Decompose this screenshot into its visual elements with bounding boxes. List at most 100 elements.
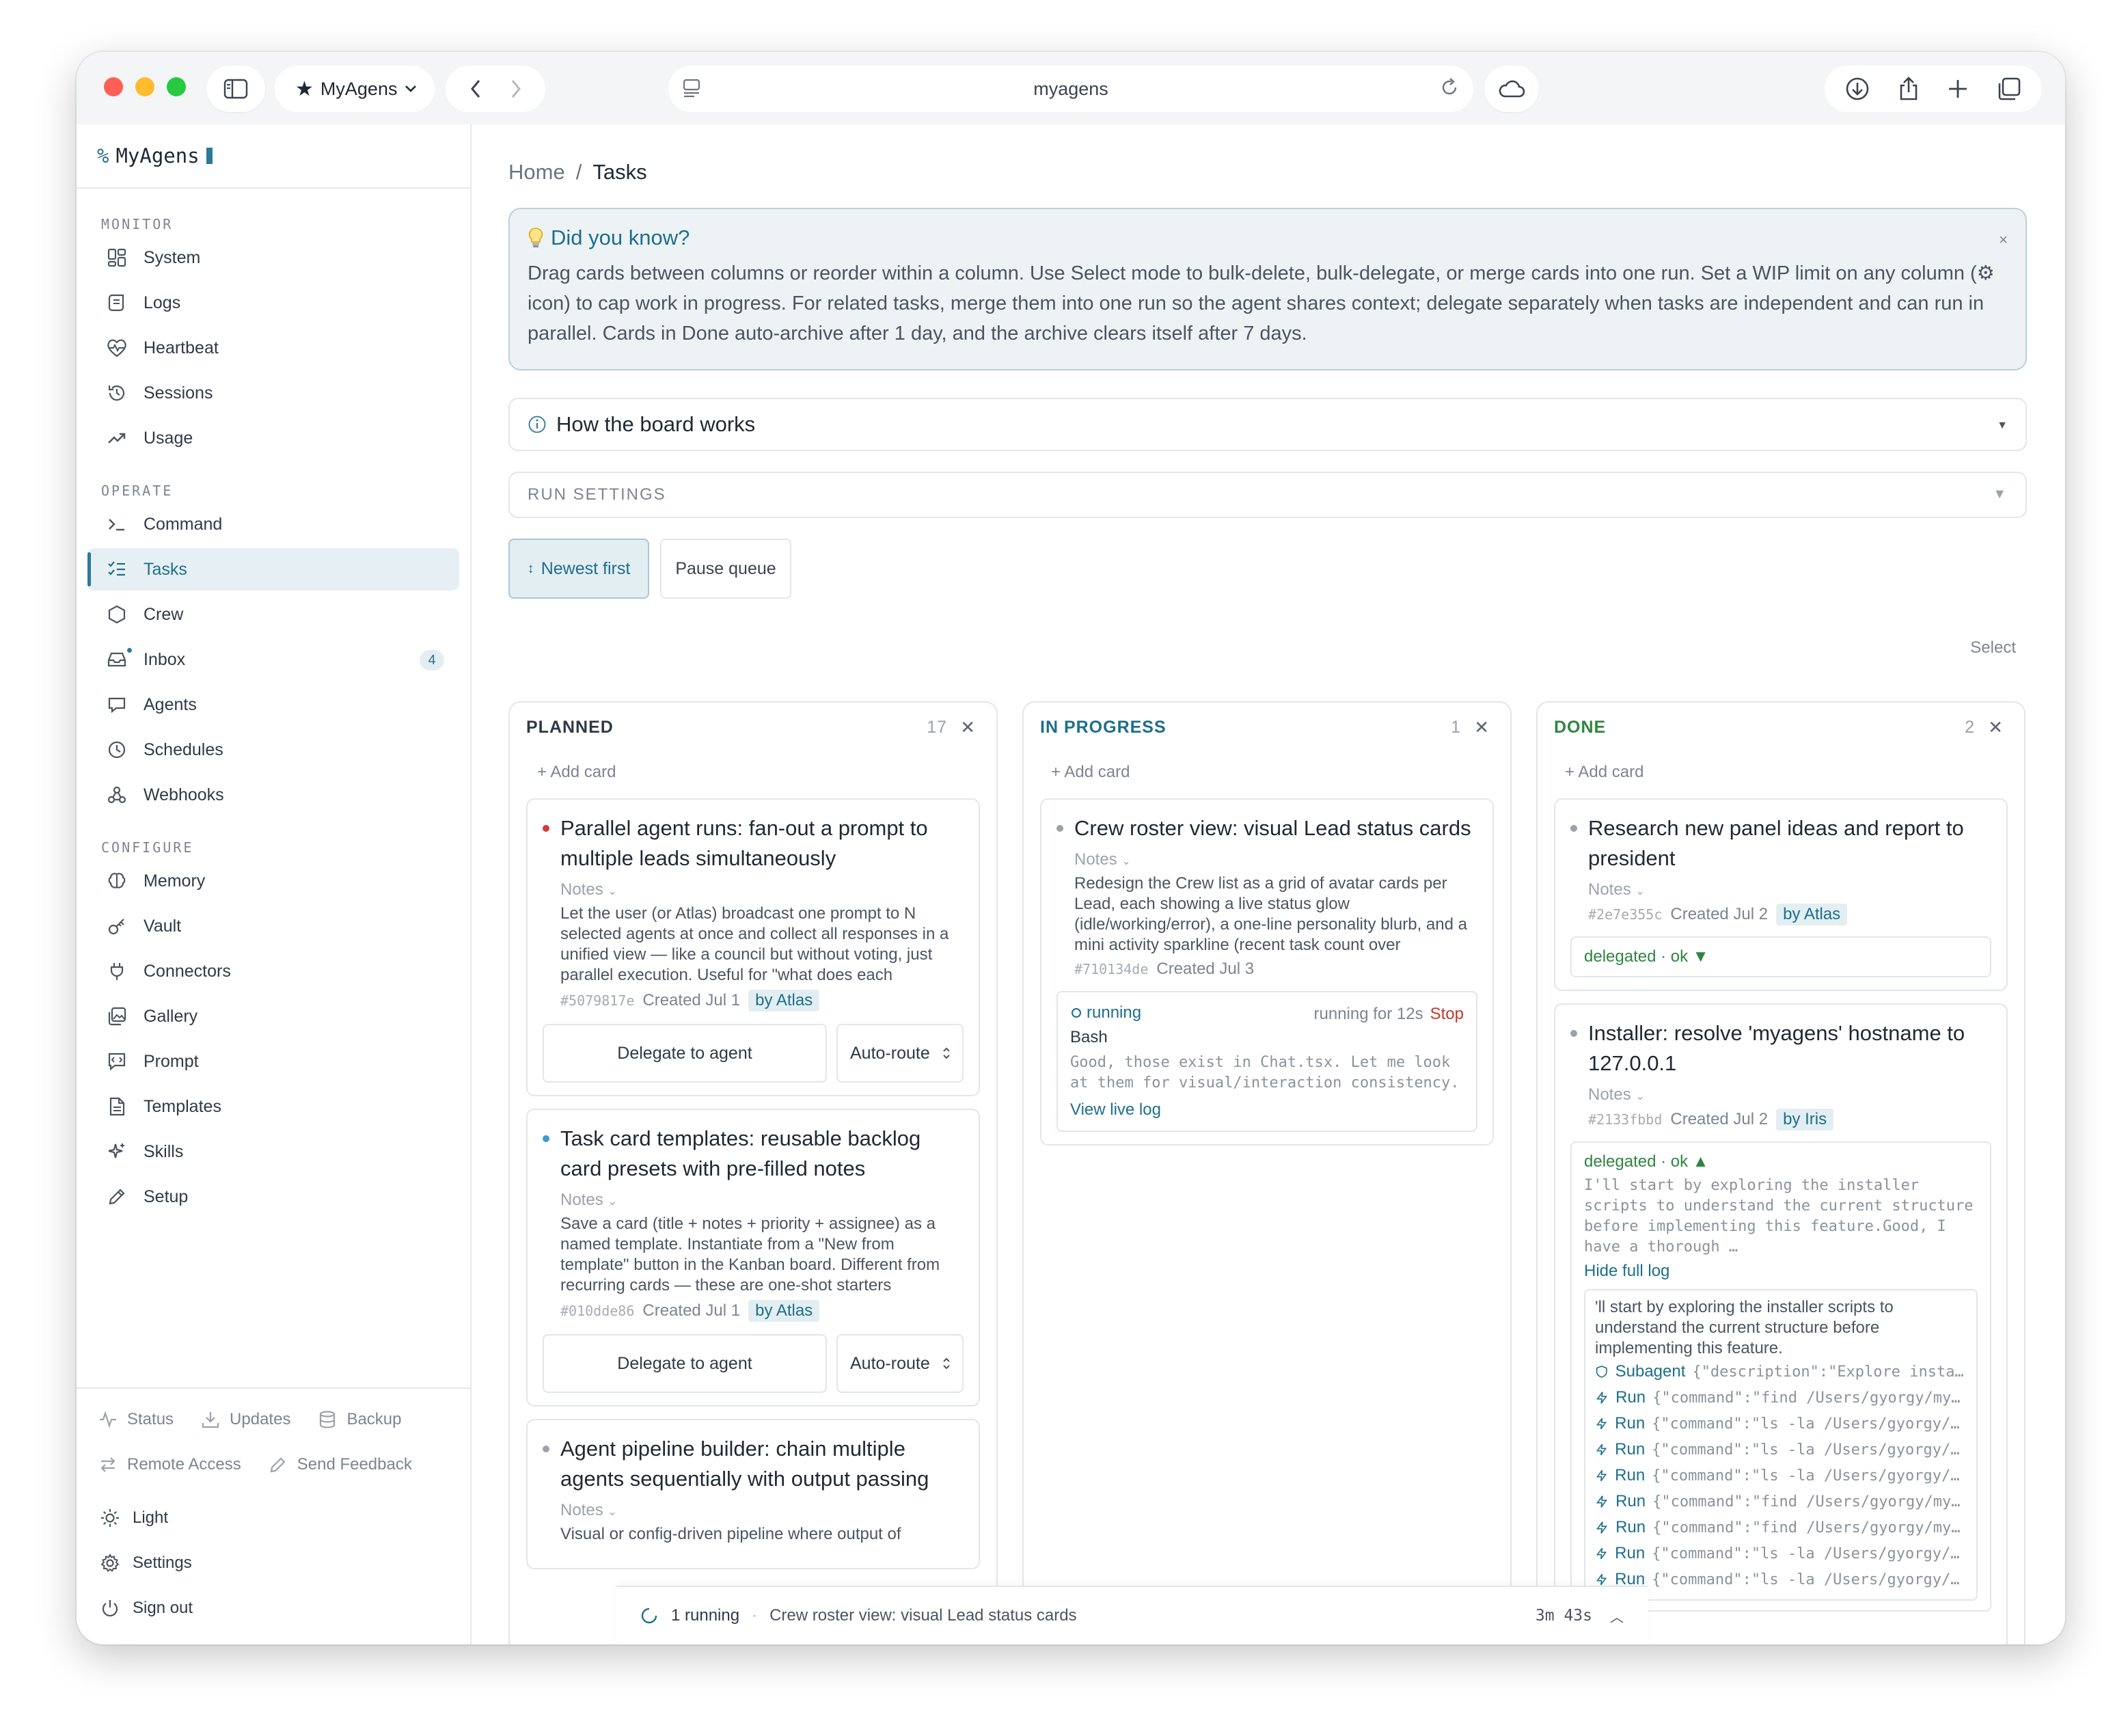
back-icon[interactable]	[469, 78, 482, 100]
updates-link[interactable]: Updates	[201, 1410, 290, 1429]
notes-toggle[interactable]: Notes ⌄	[1570, 1085, 1991, 1104]
close-icon[interactable]: ✕	[960, 717, 976, 738]
gear-icon	[100, 1553, 120, 1573]
address-bar[interactable]: myagens	[668, 66, 1473, 112]
run-settings-accordion[interactable]: RUN SETTINGS ▼	[508, 472, 2027, 518]
app-brand[interactable]: % MyAgens	[77, 124, 470, 189]
sidebar-item-usage[interactable]: Usage	[87, 417, 459, 459]
icloud-button[interactable]	[1484, 66, 1539, 112]
breadcrumb-home[interactable]: Home	[508, 160, 565, 185]
pause-queue-button[interactable]: Pause queue	[660, 539, 791, 599]
delegation-status[interactable]: delegated · ok ▲	[1584, 1152, 1978, 1171]
stop-run-button[interactable]: Stop	[1430, 1005, 1464, 1023]
route-select[interactable]: Auto-route	[836, 1334, 964, 1393]
delegate-to-agent-button[interactable]: Delegate to agent	[543, 1334, 827, 1393]
sidebar-item-label: Gallery	[144, 1006, 198, 1026]
close-window-button[interactable]	[104, 77, 123, 96]
notes-toggle[interactable]: Notes ⌄	[543, 1191, 964, 1210]
task-card[interactable]: Research new panel ideas and report to p…	[1554, 798, 2008, 991]
grid-icon	[105, 246, 128, 269]
sidebar-item-logs[interactable]: Logs	[87, 282, 459, 324]
settings-link[interactable]: Settings	[77, 1541, 470, 1586]
sidebar-item-agents[interactable]: Agents	[87, 683, 459, 726]
sidebar-item-vault[interactable]: Vault	[87, 905, 459, 947]
sidebar-item-tasks[interactable]: Tasks	[87, 548, 459, 591]
sidebar-item-templates[interactable]: Templates	[87, 1085, 459, 1128]
send-feedback-link[interactable]: Send Feedback	[269, 1455, 412, 1474]
notes-toggle[interactable]: Notes ⌄	[543, 880, 964, 899]
select-mode-button[interactable]: Select	[1970, 638, 2016, 657]
add-card-button[interactable]: + Add card	[1538, 752, 2024, 793]
log-line: Run {"command":"find /Users/gyorgy/myage…	[1595, 1515, 1967, 1541]
delegate-to-agent-button[interactable]: Delegate to agent	[543, 1024, 827, 1083]
sidebar-item-setup[interactable]: Setup	[87, 1176, 459, 1218]
new-tab-icon[interactable]	[1947, 78, 1969, 100]
inbox-count-badge: 4	[420, 650, 444, 670]
task-card[interactable]: Installer: resolve 'myagens' hostname to…	[1554, 1003, 2008, 1644]
running-tasks-bar[interactable]: 1 running · Crew roster view: visual Lea…	[616, 1586, 1648, 1644]
sidebar-item-crew[interactable]: Crew	[87, 593, 459, 636]
sidebar-item-heartbeat[interactable]: Heartbeat	[87, 327, 459, 369]
task-card[interactable]: Agent pipeline builder: chain multiple a…	[526, 1419, 980, 1569]
remote-access-link[interactable]: Remote Access	[98, 1455, 241, 1474]
sidebar-item-inbox[interactable]: Inbox 4	[87, 638, 459, 681]
card-created: Created Jul 3	[1156, 960, 1255, 978]
sort-newest-first-button[interactable]: ↕ Newest first	[508, 539, 649, 599]
tip-close-button[interactable]: ×	[1999, 231, 2008, 249]
forward-icon[interactable]	[509, 78, 523, 100]
sidebar-item-memory[interactable]: Memory	[87, 860, 459, 902]
minimize-window-button[interactable]	[135, 77, 154, 96]
sidebar-toggle-button[interactable]	[206, 66, 265, 112]
sidebar-item-label: Agents	[144, 694, 197, 714]
sidebar-item-skills[interactable]: Skills	[87, 1130, 459, 1173]
notes-toggle[interactable]: Notes ⌄	[543, 1501, 964, 1520]
share-icon[interactable]	[1898, 76, 1920, 102]
sidebar-item-prompt[interactable]: Prompt	[87, 1040, 459, 1083]
sidebar-item-connectors[interactable]: Connectors	[87, 950, 459, 992]
status-link[interactable]: Status	[98, 1410, 174, 1429]
delegation-result-toggle[interactable]: delegated · ok ▼	[1570, 936, 1991, 977]
hide-full-log-link[interactable]: Hide full log	[1584, 1262, 1978, 1281]
task-card[interactable]: Parallel agent runs: fan-out a prompt to…	[526, 798, 980, 1096]
notes-toggle[interactable]: Notes ⌄	[1056, 850, 1477, 869]
download-icon[interactable]	[1845, 77, 1870, 101]
column-title: IN PROGRESS	[1040, 717, 1167, 737]
sidebar-item-label: Inbox	[144, 649, 186, 669]
close-icon[interactable]: ✕	[1474, 717, 1490, 738]
sign-out-button[interactable]: Sign out	[77, 1586, 470, 1631]
running-task-title: Crew roster view: visual Lead status car…	[769, 1606, 1077, 1625]
notes-toggle[interactable]: Notes ⌄	[1570, 880, 1991, 899]
chevron-down-icon: ⌄	[1121, 856, 1131, 867]
card-title: Parallel agent runs: fan-out a prompt to…	[543, 813, 964, 873]
sidebar-item-webhooks[interactable]: Webhooks	[87, 774, 459, 816]
task-card[interactable]: Task card templates: reusable backlog ca…	[526, 1109, 980, 1407]
reload-icon[interactable]	[1439, 77, 1460, 98]
browser-tab[interactable]: ★ MyAgens	[275, 66, 435, 112]
task-card[interactable]: Crew roster view: visual Lead status car…	[1040, 798, 1494, 1145]
sidebar-item-schedules[interactable]: Schedules	[87, 729, 459, 771]
zoom-window-button[interactable]	[167, 77, 186, 96]
priority-dot	[543, 825, 549, 832]
sidebar-item-system[interactable]: System	[87, 236, 459, 279]
add-card-button[interactable]: + Add card	[1024, 752, 1510, 793]
sidebar-item-label: Usage	[144, 428, 193, 448]
tab-overview-icon[interactable]	[1997, 77, 2021, 101]
how-board-works-accordion[interactable]: How the board works ▼	[508, 398, 2027, 451]
scroll-icon	[105, 291, 128, 314]
backup-link[interactable]: Backup	[318, 1410, 402, 1429]
column-count: 17	[927, 717, 947, 737]
theme-toggle[interactable]: Light	[77, 1495, 470, 1541]
sidebar-item-gallery[interactable]: Gallery	[87, 995, 459, 1037]
card-title: Crew roster view: visual Lead status car…	[1056, 813, 1477, 843]
bolt-icon	[1596, 1443, 1607, 1456]
log-line: Subagent {"description":"Explore install…	[1595, 1359, 1967, 1385]
footer-links-row-2: Remote Access Send Feedback	[77, 1442, 470, 1487]
route-select[interactable]: Auto-route	[836, 1024, 964, 1083]
chevron-up-icon[interactable]: ︿	[1610, 1606, 1624, 1626]
add-card-button[interactable]: + Add card	[510, 752, 996, 793]
shield-icon	[1596, 1366, 1607, 1378]
view-live-log-link[interactable]: View live log	[1070, 1100, 1464, 1120]
sidebar-item-command[interactable]: Command	[87, 503, 459, 545]
sidebar-item-sessions[interactable]: Sessions	[87, 372, 459, 414]
close-icon[interactable]: ✕	[1988, 717, 2004, 738]
